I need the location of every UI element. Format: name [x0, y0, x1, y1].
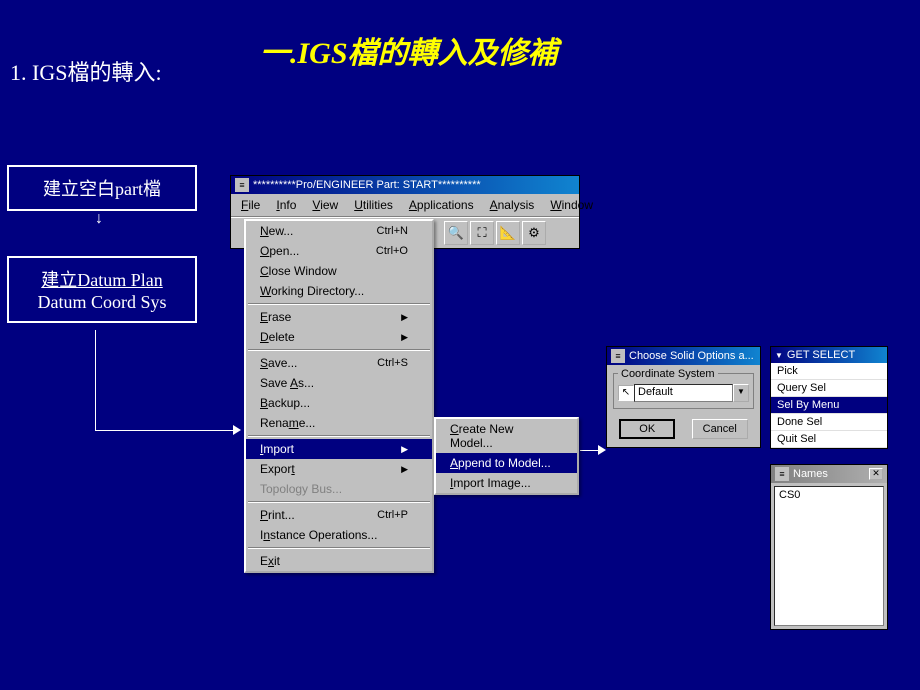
tool-csys-icon[interactable]: ⚙: [522, 221, 546, 245]
submenu-append-to-model[interactable]: Append to Model...: [436, 453, 577, 473]
menu-item-save[interactable]: Save...Ctrl+S: [246, 353, 432, 373]
menu-item-workingdir[interactable]: Working Directory...: [246, 281, 432, 301]
tool-measure-icon[interactable]: 📐: [496, 221, 520, 245]
coord-system-combo[interactable]: Default: [634, 384, 733, 402]
menu-file[interactable]: File: [233, 196, 268, 214]
ok-button[interactable]: OK: [619, 419, 675, 439]
menu-separator: [248, 349, 430, 351]
pick-cursor-icon[interactable]: ↖: [618, 385, 634, 401]
menubar: File Info View Utilities Applications An…: [231, 194, 579, 217]
arrow-right-icon: [598, 445, 606, 455]
tool-zoom-fit-icon[interactable]: ⛶: [470, 221, 494, 245]
step-box-1: 建立空白part檔: [7, 165, 197, 211]
menu-item-rename[interactable]: Rename...: [246, 413, 432, 433]
menu-item-new[interactable]: New...Ctrl+N: [246, 221, 432, 241]
menu-separator: [248, 303, 430, 305]
names-item[interactable]: CS0: [779, 489, 879, 501]
menu-item-backup[interactable]: Backup...: [246, 393, 432, 413]
slide-subtitle: 1. IGS檔的轉入:: [10, 55, 162, 87]
getselect-pick[interactable]: Pick: [771, 363, 887, 380]
tool-zoom-out-icon[interactable]: 🔍: [444, 221, 468, 245]
submenu-import-image[interactable]: Import Image...: [436, 473, 577, 493]
get-select-title: GET SELECT: [771, 347, 887, 363]
menu-item-saveas[interactable]: Save As...: [246, 373, 432, 393]
getselect-quit[interactable]: Quit Sel: [771, 431, 887, 448]
menu-item-open[interactable]: Open...Ctrl+O: [246, 241, 432, 261]
flow-line: [580, 450, 600, 451]
menu-applications[interactable]: Applications: [401, 196, 482, 214]
getselect-selbymenu[interactable]: Sel By Menu: [771, 397, 887, 414]
dialog-titlebar: ≡ Choose Solid Options a...: [607, 347, 760, 365]
step-box-2: 建立Datum Plan Datum Coord Sys: [7, 256, 197, 323]
menu-item-delete[interactable]: Delete▶: [246, 327, 432, 347]
dialog-icon: ≡: [611, 349, 625, 363]
get-select-panel: GET SELECT Pick Query Sel Sel By Menu Do…: [770, 346, 888, 449]
menu-item-close[interactable]: Close Window: [246, 261, 432, 281]
menu-window[interactable]: Window: [542, 196, 601, 214]
menu-item-topology: Topology Bus...: [246, 479, 432, 499]
titlebar: ≡ **********Pro/ENGINEER Part: START****…: [231, 176, 579, 194]
combo-dropdown-button[interactable]: ▼: [733, 384, 749, 402]
names-titlebar: ≡ Names ✕: [771, 465, 887, 483]
menu-item-import[interactable]: Import▶: [246, 439, 432, 459]
slide-title: 一.IGS檔的轉入及修補: [260, 28, 558, 72]
close-icon[interactable]: ✕: [869, 468, 883, 480]
choose-solid-options-dialog: ≡ Choose Solid Options a... Coordinate S…: [606, 346, 761, 448]
import-submenu: Create New Model... Append to Model... I…: [434, 417, 579, 495]
submenu-create-new-model[interactable]: Create New Model...: [436, 419, 577, 453]
menu-separator: [248, 435, 430, 437]
menu-view[interactable]: View: [304, 196, 346, 214]
names-list[interactable]: CS0: [774, 486, 884, 626]
menu-info[interactable]: Info: [268, 196, 304, 214]
menu-analysis[interactable]: Analysis: [482, 196, 543, 214]
dialog-title: Choose Solid Options a...: [629, 350, 754, 362]
menu-utilities[interactable]: Utilities: [346, 196, 401, 214]
cancel-button[interactable]: Cancel: [692, 419, 748, 439]
menu-separator: [248, 547, 430, 549]
getselect-query[interactable]: Query Sel: [771, 380, 887, 397]
flow-line: [95, 430, 235, 431]
menu-item-exit[interactable]: Exit: [246, 551, 432, 571]
names-title: Names: [793, 468, 828, 480]
arrow-right-icon: [233, 425, 241, 435]
window-title: **********Pro/ENGINEER Part: START******…: [253, 179, 481, 191]
group-label: Coordinate System: [618, 368, 718, 380]
app-icon: ≡: [235, 178, 249, 192]
file-dropdown-menu: New...Ctrl+N Open...Ctrl+O Close Window …: [244, 219, 434, 573]
coordinate-system-group: Coordinate System ↖ Default ▼: [613, 373, 754, 409]
menu-item-print[interactable]: Print...Ctrl+P: [246, 505, 432, 525]
menu-item-erase[interactable]: Erase▶: [246, 307, 432, 327]
menu-item-instance[interactable]: Instance Operations...: [246, 525, 432, 545]
names-panel: ≡ Names ✕ CS0: [770, 464, 888, 630]
arrow-down-icon: ↓: [95, 210, 103, 228]
menu-separator: [248, 501, 430, 503]
flow-line: [95, 330, 96, 430]
getselect-done[interactable]: Done Sel: [771, 414, 887, 431]
menu-item-export[interactable]: Export▶: [246, 459, 432, 479]
names-icon: ≡: [775, 467, 789, 481]
